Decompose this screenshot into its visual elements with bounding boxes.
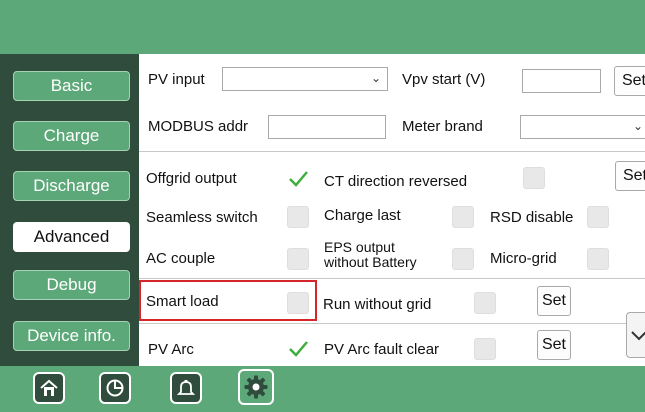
settings-button[interactable] [238, 369, 274, 405]
sidebar-item-label: Advanced [33, 227, 110, 246]
pv-input-select[interactable]: ⌄ [222, 67, 388, 91]
home-icon [40, 379, 58, 396]
chevron-down-icon: ⌄ [632, 119, 643, 133]
chevron-down-icon [631, 331, 645, 341]
rsd-disable-checkbox[interactable] [587, 206, 609, 228]
sidebar-item-label: Charge [43, 126, 100, 145]
pv-arc-checkbox[interactable] [287, 338, 309, 360]
set-button-label: Set [541, 336, 566, 353]
ac-couple-checkbox[interactable] [287, 248, 309, 270]
scroll-down-button[interactable] [626, 312, 645, 358]
charge-last-label: Charge last [324, 207, 401, 224]
run-without-grid-set-button[interactable]: Set [537, 286, 571, 316]
sidebar-item-basic[interactable]: Basic [13, 71, 130, 101]
meter-brand-select[interactable]: ⌄ [520, 115, 645, 139]
meter-brand-label: Meter brand [402, 118, 483, 135]
section-divider [139, 278, 645, 279]
eps-output-checkbox[interactable] [452, 248, 474, 270]
sidebar-item-charge[interactable]: Charge [13, 121, 130, 151]
statistics-button[interactable] [99, 372, 131, 404]
section-divider [139, 151, 645, 152]
modbus-addr-input[interactable] [268, 115, 386, 139]
pv-arc-label: PV Arc [148, 341, 194, 358]
pv-arc-fault-clear-label: PV Arc fault clear [324, 341, 440, 358]
sidebar-item-label: Discharge [33, 176, 110, 195]
sidebar-item-advanced[interactable]: Advanced [13, 222, 130, 252]
checkmark-icon [289, 171, 308, 187]
eps-output-label-line1: EPS output [324, 239, 395, 255]
gear-icon [244, 375, 268, 399]
chevron-down-icon: ⌄ [370, 71, 381, 85]
offgrid-output-checkbox[interactable] [287, 168, 309, 190]
sidebar-item-label: Basic [50, 76, 93, 95]
sidebar-item-label: Debug [46, 275, 97, 294]
ct-direction-label: CT direction reversed [324, 173, 468, 190]
run-without-grid-checkbox[interactable] [474, 292, 496, 314]
charge-last-checkbox[interactable] [452, 206, 474, 228]
vpv-start-input[interactable] [522, 69, 601, 93]
home-button[interactable] [33, 372, 65, 404]
modbus-addr-label: MODBUS addr [148, 118, 249, 135]
ct-direction-set-button[interactable]: Set [615, 161, 645, 191]
vpv-start-set-button[interactable]: Set [614, 66, 645, 96]
sidebar-item-device-info[interactable]: Device info. [13, 321, 130, 351]
set-button-label: Set [541, 292, 566, 309]
ct-direction-checkbox[interactable] [523, 167, 545, 189]
smart-load-label: Smart load [146, 293, 219, 310]
sidebar-item-discharge[interactable]: Discharge [13, 171, 130, 201]
vpv-start-label: Vpv start (V) [402, 71, 486, 88]
offgrid-output-label: Offgrid output [146, 170, 237, 187]
bell-icon [176, 380, 196, 395]
checkmark-icon [289, 341, 308, 357]
eps-output-label: EPS output without Battery [324, 240, 417, 270]
pv-arc-fault-clear-set-button[interactable]: Set [537, 330, 571, 360]
eps-output-label-line2: without Battery [324, 254, 417, 270]
seamless-switch-label: Seamless switch [146, 209, 258, 226]
pie-chart-icon [106, 379, 124, 397]
rsd-disable-label: RSD disable [490, 209, 574, 226]
section-divider [139, 323, 645, 324]
micro-grid-label: Micro-grid [490, 250, 557, 267]
run-without-grid-label: Run without grid [323, 296, 432, 313]
footer-bar [0, 366, 645, 412]
micro-grid-checkbox[interactable] [587, 248, 609, 270]
sidebar-item-label: Device info. [27, 326, 116, 345]
alarm-button[interactable] [170, 372, 202, 404]
pv-input-label: PV input [148, 71, 205, 88]
sidebar-item-debug[interactable]: Debug [13, 270, 130, 300]
pv-arc-fault-clear-checkbox[interactable] [474, 338, 496, 360]
smart-load-checkbox[interactable] [287, 292, 309, 314]
ac-couple-label: AC couple [146, 250, 216, 267]
set-button-label: Set [621, 72, 645, 89]
set-button-label: Set [622, 167, 645, 184]
top-header-bar [0, 0, 645, 54]
seamless-switch-checkbox[interactable] [287, 206, 309, 228]
